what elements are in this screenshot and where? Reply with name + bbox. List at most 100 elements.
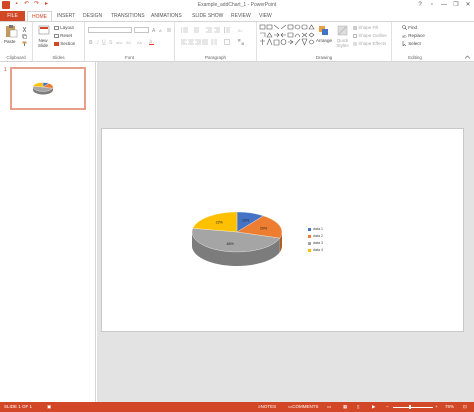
zoom-out-button[interactable]: − [386,402,389,412]
ribbon-display-icon[interactable]: ▫ [426,0,438,10]
bullets-icon[interactable] [181,27,188,33]
arrange-button[interactable] [318,25,329,36]
section-icon [54,41,59,46]
collapse-ribbon-icon[interactable] [465,55,470,59]
redo-icon[interactable]: ↷ [33,1,40,8]
spell-check-icon[interactable]: ▣ [47,402,51,412]
normal-view-icon[interactable]: ▭ [327,402,331,412]
align-left-icon[interactable] [181,39,187,45]
quick-styles-icon [337,25,348,36]
zoom-slider[interactable] [393,406,433,408]
shape-outline-button[interactable]: Shape Outline [353,33,387,38]
text-direction-icon[interactable]: A↕ [238,27,244,33]
reading-view-icon[interactable]: ▯ [357,402,359,412]
slides-group-label: Slides [52,55,65,60]
decrease-font-size-icon[interactable]: A [159,27,165,33]
quick-styles-label: Quick Styles [336,38,349,48]
tab-slide-show[interactable]: SLIDE SHOW [192,11,223,21]
start-from-beginning-icon[interactable]: ▸ [43,1,50,8]
change-case-icon[interactable]: Aa [137,39,145,45]
format-painter-icon[interactable] [22,41,27,46]
select-button[interactable]: Select [402,41,421,47]
font-color-icon[interactable]: A [149,39,155,45]
legend-label: data 1 [313,227,323,231]
replace-button[interactable]: ab Replace [402,33,425,38]
shape-effects-button[interactable]: Shape Effects [353,41,386,46]
slide-sorter-icon[interactable]: ▦ [343,402,347,412]
bold-icon[interactable]: B [89,39,95,45]
pie-chart[interactable]: 10% 20% 48% 22% [182,207,382,277]
slideshow-view-icon[interactable]: ▶ [372,402,375,412]
window-title: Example_addChart_1 - PowerPoint [197,2,277,8]
decrease-indent-icon[interactable] [206,27,212,33]
zoom-slider-thumb[interactable] [409,405,411,409]
font-group-label: Font [124,55,134,60]
tab-design[interactable]: DESIGN [83,11,102,21]
minimize-button[interactable]: — [438,0,450,10]
notes-button[interactable]: ≡ NOTES [258,402,276,412]
tab-file[interactable]: FILE [0,11,25,21]
layout-button[interactable]: Layout [54,25,74,30]
section-button[interactable]: Section [54,41,75,46]
justify-icon[interactable] [202,39,208,45]
shapes-gallery[interactable] [259,24,315,48]
underline-icon[interactable]: U [102,39,108,45]
window-controls: ? ▫ — ❐ ✕ [414,0,474,10]
svg-text:abc: abc [116,40,122,45]
tab-insert[interactable]: INSERT [57,11,75,21]
save-icon[interactable]: ▪ [13,1,20,8]
comments-button[interactable]: ▭ COMMENTS [288,402,319,412]
new-slide-button[interactable] [38,24,50,36]
legend-item-data-4: data 4 [308,247,323,254]
reset-button[interactable]: Reset [54,33,72,38]
shadow-icon[interactable]: S [109,39,115,45]
columns-icon[interactable] [211,39,217,45]
font-family-dropdown[interactable] [88,27,132,33]
paste-button[interactable] [4,24,18,38]
tab-transitions[interactable]: TRANSITIONS [111,11,145,21]
restore-button[interactable]: ❐ [450,0,462,10]
slides-group: New Slide Layout Reset Section Slides [33,22,85,61]
align-right-icon[interactable] [195,39,201,45]
shape-fill-button[interactable]: Shape Fill [353,25,378,30]
svg-text:A↕: A↕ [238,28,243,33]
shape-effects-label: Shape Effects [358,41,387,46]
close-button[interactable]: ✕ [462,0,474,10]
drawing-group: Arrange Quick Styles Shape Fill Shape Ou… [257,22,392,61]
zoom-level[interactable]: 75% [445,402,454,412]
shape-outline-label: Shape Outline [358,33,387,38]
strikethrough-icon[interactable]: abc [116,39,124,45]
align-text-icon[interactable] [224,39,230,45]
powerpoint-logo-icon[interactable] [2,1,10,9]
fit-slide-icon[interactable]: ⊡ [463,402,467,412]
slide-thumbnail[interactable] [10,67,86,110]
clear-formatting-icon[interactable] [166,27,172,33]
paste-label: Paste [4,39,16,44]
quick-styles-button[interactable] [337,25,348,36]
clipboard-group: Paste Clipboard [0,22,33,61]
increase-font-size-icon[interactable]: A [152,27,158,33]
data-label-data-1: 10% [242,218,250,222]
cut-icon[interactable] [22,27,27,32]
copy-icon[interactable] [22,34,27,39]
align-center-icon[interactable] [188,39,194,45]
tab-review[interactable]: REVIEW [231,11,251,21]
replace-icon: ab [402,34,407,39]
convert-to-smartart-icon[interactable] [238,39,244,45]
svg-text:Aa: Aa [137,40,143,45]
numbering-icon[interactable] [192,27,199,33]
undo-icon[interactable]: ↶ [23,1,30,8]
ribbon: Paste Clipboard New Slide Layout Reset S… [0,21,474,62]
increase-indent-icon[interactable] [214,27,220,33]
tab-view[interactable]: VIEW [259,11,272,21]
slide-canvas[interactable]: 10% 20% 48% 22% data 1 data 2 data 3 data 4 [101,128,464,332]
zoom-in-button[interactable]: + [435,402,438,412]
find-button[interactable]: Find [402,25,417,31]
font-size-dropdown[interactable] [134,27,149,33]
tab-animations[interactable]: ANIMATIONS [151,11,182,21]
line-spacing-icon[interactable] [224,27,230,33]
paragraph-group: A↕ Paragraph [175,22,257,61]
thumbnail-chart [32,82,54,95]
character-spacing-icon[interactable]: AV [126,39,134,45]
help-icon[interactable]: ? [414,0,426,10]
